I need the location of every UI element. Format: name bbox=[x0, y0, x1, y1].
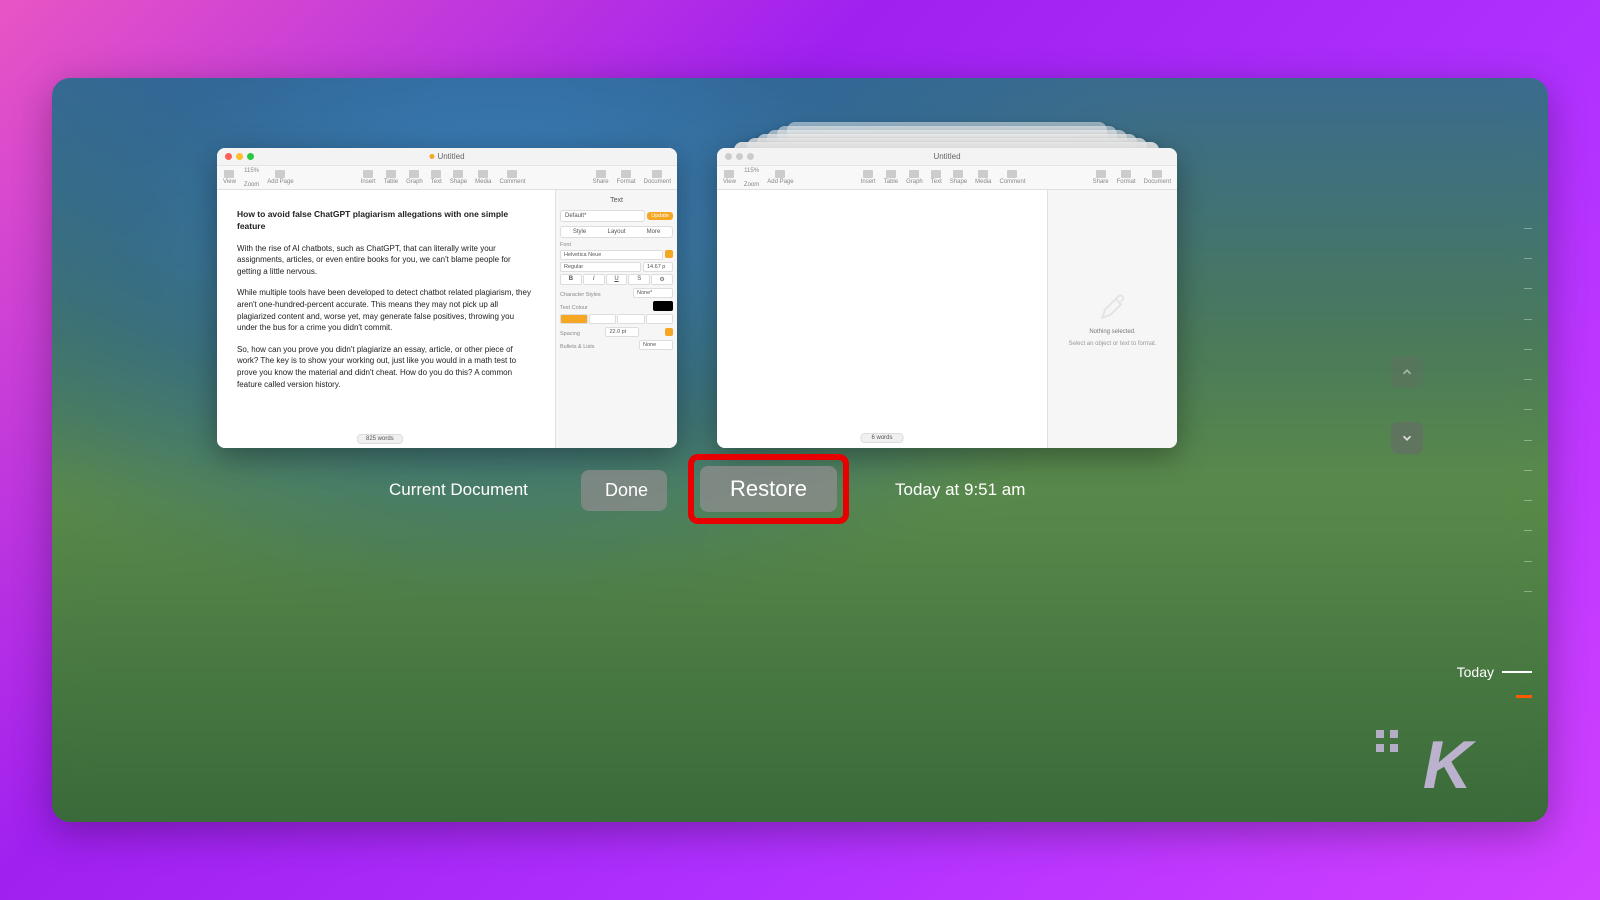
current-document-label: Current Document bbox=[389, 480, 528, 500]
text-colour-swatch[interactable] bbox=[653, 301, 673, 311]
zoom-icon[interactable] bbox=[247, 153, 254, 160]
toolbar-table[interactable]: Table bbox=[384, 170, 398, 185]
toolbar-graph[interactable]: Graph bbox=[906, 170, 923, 185]
window-title: Untitled bbox=[437, 152, 464, 161]
document-paragraph: So, how can you prove you didn't plagiar… bbox=[237, 344, 535, 390]
window-title: Untitled bbox=[933, 152, 960, 161]
toolbar-view[interactable]: View bbox=[723, 170, 736, 185]
font-size-stepper[interactable]: 14.67 p bbox=[643, 262, 673, 272]
toolbar-view[interactable]: View bbox=[223, 170, 236, 185]
toolbar-document[interactable]: Document bbox=[1144, 170, 1171, 185]
document-paragraph: With the rise of AI chatbots, such as Ch… bbox=[237, 243, 535, 278]
done-button[interactable]: Done bbox=[581, 470, 667, 511]
watermark-logo: K bbox=[1423, 726, 1468, 804]
toolbar-insert[interactable]: Insert bbox=[861, 170, 876, 185]
zoom-icon bbox=[747, 153, 754, 160]
titlebar: Untitled bbox=[717, 148, 1177, 166]
toolbar-shape[interactable]: Shape bbox=[950, 170, 967, 185]
toolbar-share[interactable]: Share bbox=[593, 170, 609, 185]
toolbar: View 115%Zoom Add Page Insert Table Grap… bbox=[717, 166, 1177, 190]
word-count-badge[interactable]: 825 words bbox=[357, 434, 403, 444]
tab-more[interactable]: More bbox=[635, 227, 672, 237]
restore-button[interactable]: Restore bbox=[700, 466, 837, 512]
bold-button[interactable]: B bbox=[560, 274, 582, 285]
text-options-button[interactable]: ⚙ bbox=[651, 274, 673, 285]
empty-title: Nothing selected. bbox=[1089, 329, 1135, 335]
titlebar: Untitled bbox=[217, 148, 677, 166]
font-weight-select[interactable]: Regular bbox=[560, 262, 641, 272]
format-inspector-empty: Nothing selected. Select an object or te… bbox=[1047, 190, 1177, 448]
bullets-label: Bullets & Lists bbox=[560, 344, 595, 350]
override-indicator-icon bbox=[665, 250, 673, 258]
italic-button[interactable]: I bbox=[583, 274, 605, 285]
tab-style[interactable]: Style bbox=[561, 227, 598, 237]
toolbar-add-page[interactable]: Add Page bbox=[267, 170, 293, 185]
align-justify-button[interactable] bbox=[646, 314, 674, 324]
char-style-select[interactable]: None* bbox=[633, 288, 673, 298]
close-icon bbox=[725, 153, 732, 160]
toolbar-table[interactable]: Table bbox=[884, 170, 898, 185]
toolbar-add-page[interactable]: Add Page bbox=[767, 170, 793, 185]
paintbrush-icon bbox=[1097, 291, 1129, 323]
chevron-down-icon bbox=[1400, 431, 1414, 445]
strikethrough-button[interactable]: S bbox=[628, 274, 650, 285]
format-inspector: Text Default* Update Style Layout More F… bbox=[555, 190, 677, 448]
spacing-value[interactable]: 22.0 pt bbox=[605, 327, 639, 337]
text-colour-label: Text Colour bbox=[560, 305, 588, 311]
toolbar-text[interactable]: Text bbox=[931, 170, 942, 185]
empty-subtitle: Select an object or text to format. bbox=[1068, 341, 1156, 347]
toolbar-share[interactable]: Share bbox=[1093, 170, 1109, 185]
previous-version-button[interactable] bbox=[1391, 356, 1423, 388]
align-left-button[interactable] bbox=[560, 314, 588, 324]
font-family-select[interactable]: Helvetica Neue bbox=[560, 250, 663, 260]
current-document-window: Untitled View 115%Zoom Add Page Insert T… bbox=[217, 148, 677, 448]
toolbar-shape[interactable]: Shape bbox=[450, 170, 467, 185]
timeline-today-marker: Today bbox=[1457, 664, 1532, 680]
toolbar-graph[interactable]: Graph bbox=[406, 170, 423, 185]
document-page[interactable]: How to avoid false ChatGPT plagiarism al… bbox=[217, 190, 555, 448]
document-heading: How to avoid false ChatGPT plagiarism al… bbox=[237, 208, 535, 233]
toolbar-format[interactable]: Format bbox=[617, 170, 636, 185]
minimize-icon[interactable] bbox=[236, 153, 243, 160]
font-label: Font bbox=[560, 242, 673, 248]
toolbar-zoom[interactable]: 115%Zoom bbox=[744, 168, 759, 188]
tab-layout[interactable]: Layout bbox=[598, 227, 635, 237]
restore-highlight-box: Restore bbox=[688, 454, 849, 524]
toolbar-text[interactable]: Text bbox=[431, 170, 442, 185]
next-version-button[interactable] bbox=[1391, 422, 1423, 454]
spacing-label: Spacing bbox=[560, 331, 580, 337]
toolbar-media[interactable]: Media bbox=[475, 170, 491, 185]
document-page[interactable] bbox=[717, 190, 1047, 448]
toolbar-zoom[interactable]: 115%Zoom bbox=[244, 168, 259, 188]
close-icon[interactable] bbox=[225, 153, 232, 160]
toolbar-format[interactable]: Format bbox=[1117, 170, 1136, 185]
version-timestamp-label: Today at 9:51 am bbox=[895, 480, 1025, 500]
paragraph-style-select[interactable]: Default* bbox=[560, 210, 645, 222]
time-machine-frame: Untitled View 115%Zoom Add Page Insert T… bbox=[52, 78, 1548, 822]
edited-indicator-icon bbox=[429, 154, 434, 159]
char-styles-label: Character Styles bbox=[560, 292, 601, 298]
bullets-select[interactable]: None bbox=[639, 340, 673, 350]
toolbar-media[interactable]: Media bbox=[975, 170, 991, 185]
update-style-button[interactable]: Update bbox=[647, 212, 673, 220]
toolbar-document[interactable]: Document bbox=[644, 170, 671, 185]
word-count-badge[interactable]: 6 words bbox=[860, 433, 903, 443]
timeline-current-tick bbox=[1516, 695, 1532, 698]
chevron-up-icon bbox=[1400, 365, 1414, 379]
toolbar-insert[interactable]: Insert bbox=[361, 170, 376, 185]
minimize-icon bbox=[736, 153, 743, 160]
version-timeline[interactable]: Today bbox=[1472, 228, 1532, 732]
watermark-dots-icon bbox=[1376, 730, 1398, 752]
override-indicator-icon bbox=[665, 328, 673, 336]
underline-button[interactable]: U bbox=[606, 274, 628, 285]
toolbar-comment[interactable]: Comment bbox=[999, 170, 1025, 185]
toolbar-comment[interactable]: Comment bbox=[499, 170, 525, 185]
inspector-header: Text bbox=[560, 194, 673, 207]
align-center-button[interactable] bbox=[589, 314, 617, 324]
align-right-button[interactable] bbox=[617, 314, 645, 324]
version-document-window: Untitled View 115%Zoom Add Page Insert T… bbox=[717, 148, 1177, 448]
toolbar: View 115%Zoom Add Page Insert Table Grap… bbox=[217, 166, 677, 190]
document-paragraph: While multiple tools have been developed… bbox=[237, 287, 535, 333]
